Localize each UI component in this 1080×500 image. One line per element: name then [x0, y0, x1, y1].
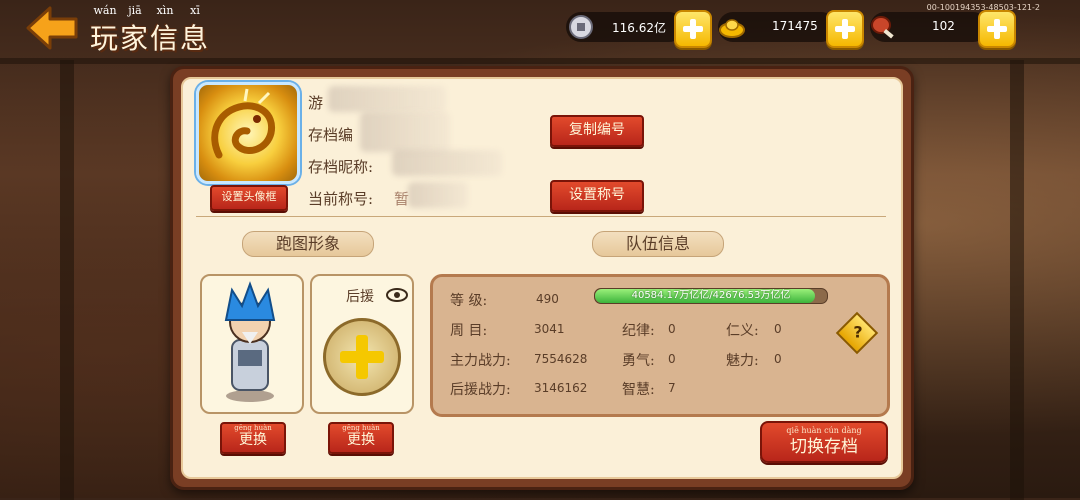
bg-pillar-right — [1010, 60, 1024, 500]
set-avatar-frame-button[interactable]: 设置头像框 — [210, 185, 288, 211]
exp-text: 40584.17万亿亿/42676.53万亿亿 — [631, 290, 791, 301]
week-value: 3041 — [534, 322, 565, 336]
silver-resource: 116.62亿 — [566, 12, 684, 42]
change-hero-button[interactable]: gēng huàn 更换 — [220, 422, 286, 454]
add-silver-button[interactable] — [674, 10, 712, 48]
add-support-icon[interactable] — [323, 318, 401, 396]
week-label: 周 目: — [450, 323, 488, 339]
support-label: 后援 — [346, 289, 374, 305]
level-label: 等 级: — [450, 293, 488, 309]
blue-hair-warrior-icon — [224, 281, 276, 402]
wisdom-label: 智慧: — [622, 382, 655, 398]
discipline-value: 0 — [668, 322, 676, 336]
main-power-value: 7554628 — [534, 352, 588, 366]
add-meat-button[interactable] — [978, 10, 1016, 48]
save-number-redacted — [360, 112, 450, 152]
support-card[interactable]: 后援 — [310, 274, 414, 414]
meat-icon — [871, 16, 894, 39]
silver-value: 116.62亿 — [612, 21, 666, 35]
meat-value: 102 — [932, 19, 955, 33]
exp-bar: 40584.17万亿亿/42676.53万亿亿 — [594, 288, 828, 304]
hero-card[interactable] — [200, 274, 304, 414]
gold-ingot-icon — [719, 19, 745, 38]
discipline-label: 纪律: — [622, 323, 655, 339]
bg-pillar-left — [60, 60, 74, 500]
set-title-button[interactable]: 设置称号 — [550, 180, 644, 212]
silver-coin-icon — [569, 15, 593, 39]
copy-id-button[interactable]: 复制编号 — [550, 115, 644, 147]
current-title-value: 暂 — [394, 190, 410, 208]
wisdom-value: 7 — [668, 381, 676, 395]
page-title: wán jiā xìn xī 玩家信息 — [90, 4, 211, 55]
current-title-label: 当前称号: — [308, 190, 374, 208]
switch-save-button[interactable]: qiē huàn cún dàng 切换存档 — [760, 421, 888, 463]
team-info-header: 队伍信息 — [592, 231, 724, 257]
charm-label: 魅力: — [726, 353, 759, 369]
divider — [196, 216, 886, 217]
benevolence-value: 0 — [774, 322, 782, 336]
eye-icon[interactable] — [386, 288, 408, 302]
golden-dragon-icon — [211, 88, 276, 159]
game-id-redacted — [328, 86, 446, 112]
avatar[interactable] — [196, 82, 300, 184]
courage-label: 勇气: — [622, 353, 655, 369]
add-gold-button[interactable] — [826, 10, 864, 48]
gold-resource: 171475 — [718, 12, 836, 42]
level-value: 490 — [536, 292, 559, 306]
bg-beam — [0, 58, 1080, 64]
save-number-label: 存档编 — [308, 126, 354, 144]
current-title-redacted — [408, 182, 468, 208]
support-power-value: 3146162 — [534, 381, 588, 395]
charm-value: 0 — [774, 352, 782, 366]
main-power-label: 主力战力: — [450, 353, 511, 369]
save-nickname-redacted — [392, 150, 502, 176]
meat-resource: 102 — [870, 12, 988, 42]
support-power-label: 后援战力: — [450, 382, 511, 398]
back-arrow-icon[interactable] — [24, 6, 80, 50]
gold-value: 171475 — [772, 19, 818, 33]
benevolence-label: 仁义: — [726, 323, 759, 339]
courage-value: 0 — [668, 352, 676, 366]
game-id-label: 游 — [308, 94, 324, 112]
change-support-button[interactable]: gēng huàn 更换 — [328, 422, 394, 454]
run-image-header: 跑图形象 — [242, 231, 374, 257]
save-nickname-label: 存档昵称: — [308, 158, 374, 176]
